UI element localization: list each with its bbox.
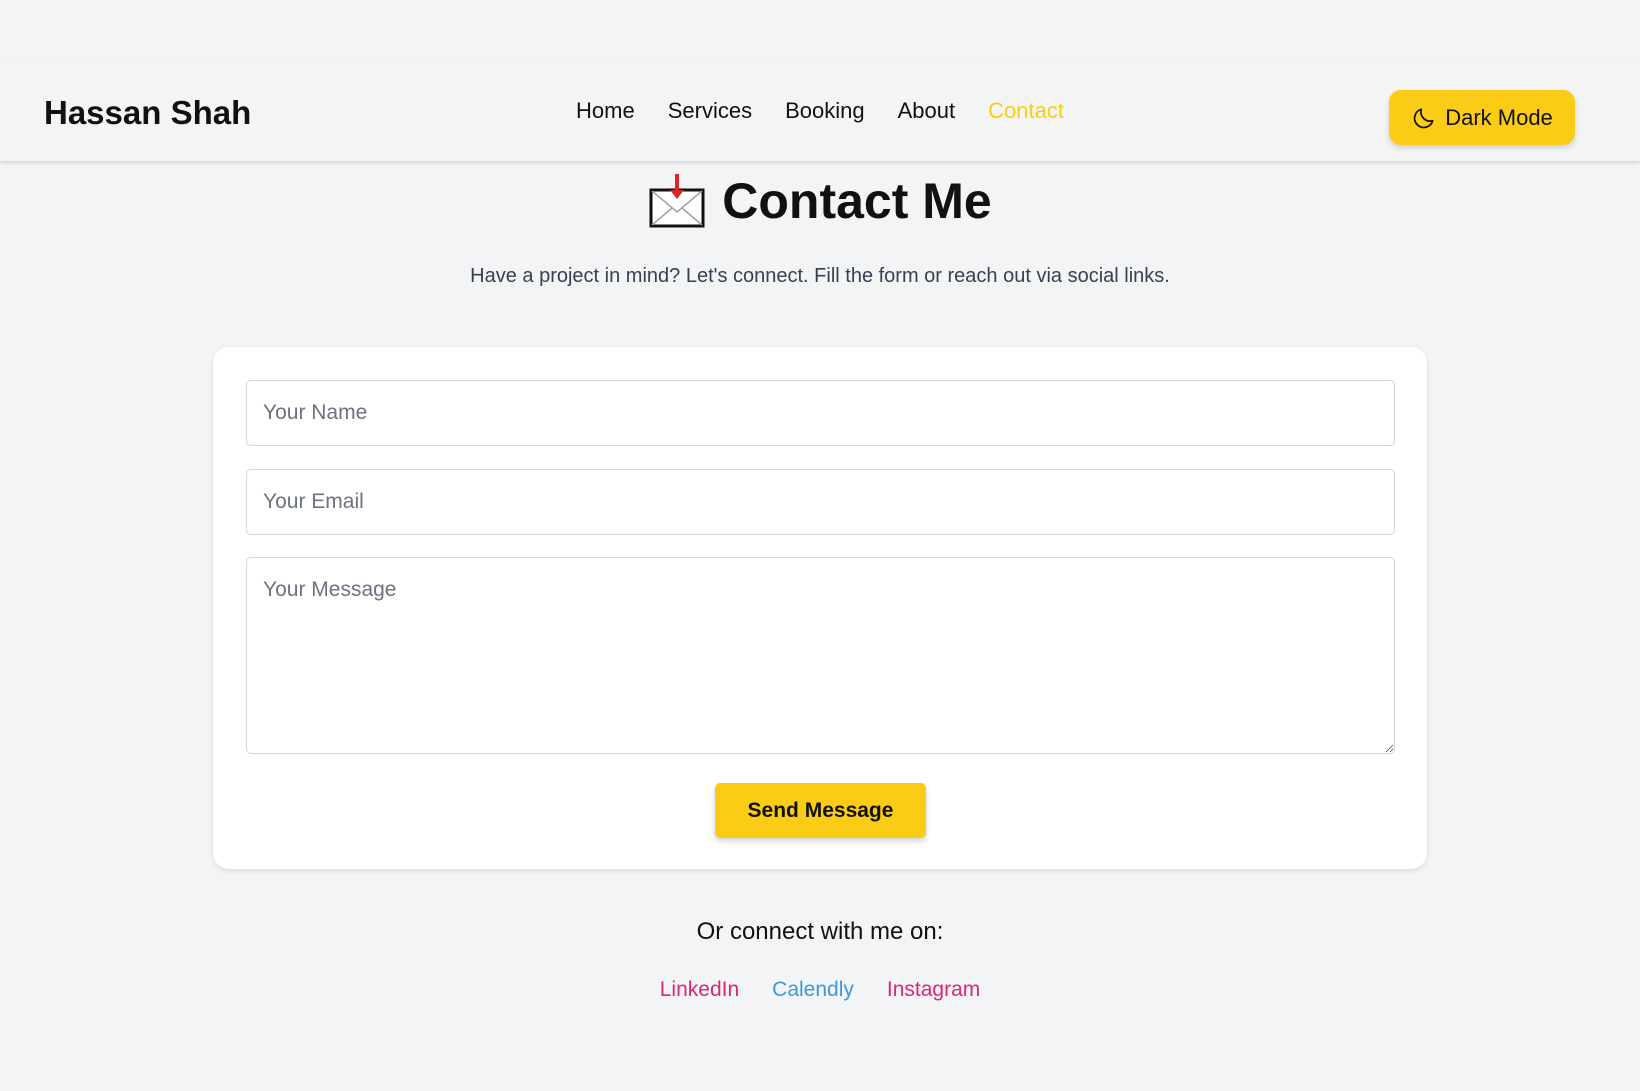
- dark-mode-toggle-button[interactable]: Dark Mode: [1389, 90, 1575, 145]
- page-title-row: Contact Me: [0, 172, 1640, 230]
- name-input[interactable]: [246, 380, 1395, 446]
- navbar: Hassan Shah Home Services Booking About …: [0, 60, 1640, 161]
- nav-link-booking[interactable]: Booking: [785, 98, 865, 124]
- nav-link-services[interactable]: Services: [668, 98, 752, 124]
- contact-form-card: Send Message: [213, 347, 1427, 869]
- linkedin-link[interactable]: LinkedIn: [660, 978, 739, 1002]
- incoming-envelope-icon: [648, 172, 706, 230]
- moon-icon: [1411, 105, 1437, 131]
- nav-link-home[interactable]: Home: [576, 98, 635, 124]
- page-title: Contact Me: [722, 173, 992, 229]
- message-textarea[interactable]: [246, 557, 1395, 754]
- instagram-link[interactable]: Instagram: [887, 978, 980, 1002]
- send-message-button[interactable]: Send Message: [715, 783, 926, 838]
- nav-link-contact[interactable]: Contact: [988, 98, 1064, 124]
- nav-link-about[interactable]: About: [898, 98, 956, 124]
- social-links: LinkedIn Calendly Instagram: [0, 978, 1640, 1002]
- page-subtitle: Have a project in mind? Let's connect. F…: [470, 265, 1170, 287]
- calendly-link[interactable]: Calendly: [772, 978, 854, 1002]
- social-heading: Or connect with me on:: [696, 918, 944, 945]
- dark-mode-label: Dark Mode: [1445, 104, 1553, 130]
- email-input[interactable]: [246, 469, 1395, 535]
